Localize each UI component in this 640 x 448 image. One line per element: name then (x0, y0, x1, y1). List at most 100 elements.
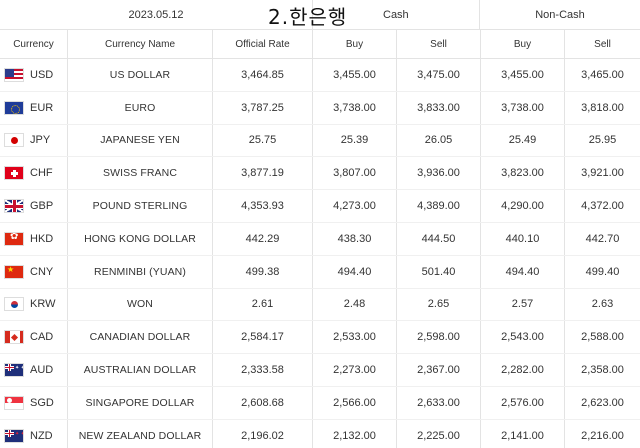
flag-cad-icon (4, 330, 24, 345)
currency-cell: EUR (0, 91, 68, 124)
noncash-buy: 2,141.00 (481, 419, 565, 448)
cash-buy: 4,273.00 (313, 190, 397, 222)
currency-cell: CHF (0, 157, 68, 190)
official-rate: 2,584.17 (213, 321, 313, 354)
official-rate: 4,353.93 (213, 190, 313, 222)
table-row: SGD SINGAPORE DOLLAR 2,608.68 2,566.00 2,633… (0, 386, 640, 420)
currency-name: POUND STERLING (68, 190, 213, 222)
noncash-sell: 2,588.00 (581, 331, 624, 344)
official-rate: 25.75 (213, 124, 313, 157)
currency-cell: USD (0, 59, 68, 91)
noncash-buy: 2,576.00 (481, 386, 565, 419)
noncash-sell: 2,623.00 (581, 396, 624, 409)
currency-code: EUR (30, 101, 54, 114)
col-header-noncash-buy: Buy (481, 30, 565, 58)
currency-name: SINGAPORE DOLLAR (68, 386, 213, 419)
currency-code: SGD (30, 396, 54, 409)
cash-sell: 3,936.00 (397, 157, 481, 190)
flag-gbp-icon (4, 199, 24, 214)
official-rate: 2,196.02 (213, 419, 313, 448)
currency-code: GBP (30, 200, 54, 213)
currency-code: KRW (30, 298, 56, 311)
noncash-sell: 442.70 (585, 232, 620, 245)
cash-sell: 444.50 (397, 222, 481, 255)
flag-aud-icon (4, 363, 24, 378)
exchange-rate-table: 2023.05.12 Cash Non-Cash 2.한은행 Currency … (0, 0, 640, 448)
currency-cell: NZD (0, 419, 68, 448)
noncash-buy: 494.40 (481, 255, 565, 288)
official-rate: 2,333.58 (213, 354, 313, 386)
currency-cell: SGD (0, 386, 68, 419)
currency-name: CANADIAN DOLLAR (68, 321, 213, 354)
overlay-title: 2.한은행 (268, 5, 348, 29)
non-cash-group-header: Non-Cash (535, 8, 585, 21)
cash-buy: 494.40 (313, 255, 397, 288)
official-rate: 2.61 (213, 288, 313, 321)
currency-name: RENMINBI (YUAN) (68, 255, 213, 288)
cash-sell: 26.05 (397, 124, 481, 157)
col-header-currency: Currency (0, 30, 68, 58)
currency-code: CNY (30, 265, 54, 278)
currency-code: JPY (30, 134, 51, 147)
noncash-buy: 2,282.00 (481, 354, 565, 386)
flag-krw-icon (4, 297, 24, 312)
cash-sell: 2.65 (397, 288, 481, 321)
cash-sell: 3,475.00 (397, 59, 481, 91)
flag-nzd-icon (4, 428, 24, 443)
noncash-buy: 2.57 (481, 288, 565, 321)
official-rate: 3,464.85 (213, 59, 313, 91)
currency-cell: JPY (0, 124, 68, 157)
cash-buy: 25.39 (313, 124, 397, 157)
currency-cell: KRW (0, 288, 68, 321)
flag-usd-icon (4, 67, 24, 82)
currency-cell: CAD (0, 321, 68, 354)
col-header-cash-sell: Sell (397, 30, 481, 58)
noncash-sell: 2,216.00 (581, 429, 624, 442)
cash-buy: 2.48 (313, 288, 397, 321)
currency-code: AUD (30, 364, 54, 377)
column-header-row: Currency Currency Name Official Rate Buy… (0, 30, 640, 59)
currency-name: AUSTRALIAN DOLLAR (68, 354, 213, 386)
table-row: HKD HONG KONG DOLLAR442.29438.30444.50440… (0, 222, 640, 256)
col-header-noncash-sell: Sell (594, 38, 611, 50)
table-row: USD US DOLLAR 3,464.85 3,455.00 3,475.00 3,45… (0, 59, 640, 92)
currency-name: EURO (68, 91, 213, 124)
currency-cell: GBP (0, 190, 68, 222)
table-row: NZDNEW ZEALAND DOLLAR2,196.022,132.00 2,2… (0, 419, 640, 448)
currency-code: USD (30, 68, 54, 81)
table-row: AUD AUSTRALIAN DOLLAR2,333.582,273.002,36… (0, 354, 640, 387)
currency-cell: AUD (0, 354, 68, 386)
currency-name: SWISS FRANC (68, 157, 213, 190)
currency-name: WON (68, 288, 213, 321)
cash-buy: 3,738.00 (313, 91, 397, 124)
cash-sell: 3,833.00 (397, 91, 481, 124)
cash-sell: 2,633.00 (397, 386, 481, 419)
currency-code: CAD (30, 331, 54, 344)
currency-cell: HKD (0, 222, 68, 255)
noncash-sell: 3,921.00 (581, 167, 624, 180)
official-rate: 442.29 (213, 222, 313, 255)
noncash-sell: 4,372.00 (581, 200, 624, 213)
table-row: GBP POUND STERLING 4,353.93 4,273.00 4,389.0… (0, 190, 640, 223)
cash-buy: 2,566.00 (313, 386, 397, 419)
cash-sell: 4,389.00 (397, 190, 481, 222)
noncash-sell: 3,465.00 (581, 68, 624, 81)
col-header-official-rate: Official Rate (213, 30, 313, 58)
cash-label: Cash (383, 9, 409, 21)
noncash-sell: 2,358.00 (581, 364, 624, 377)
table-body: USD US DOLLAR 3,464.85 3,455.00 3,475.00 3,45… (0, 59, 640, 448)
currency-code: CHF (30, 167, 53, 180)
flag-hkd-icon (4, 231, 24, 246)
cash-buy: 3,455.00 (313, 59, 397, 91)
official-rate: 3,877.19 (213, 157, 313, 190)
official-rate: 2,608.68 (213, 386, 313, 419)
currency-code: HKD (30, 232, 54, 245)
cash-sell: 501.40 (397, 255, 481, 288)
table-row: KRW WON 2.61 2.48 2.65 2.57 2.63 (0, 288, 640, 322)
noncash-buy: 440.10 (481, 222, 565, 255)
currency-name: NEW ZEALAND DOLLAR (68, 419, 213, 448)
cash-buy: 2,533.00 (313, 321, 397, 354)
flag-sgd-icon (4, 395, 24, 410)
noncash-sell: 2.63 (591, 298, 614, 311)
cash-buy: 2,132.00 (313, 419, 397, 448)
